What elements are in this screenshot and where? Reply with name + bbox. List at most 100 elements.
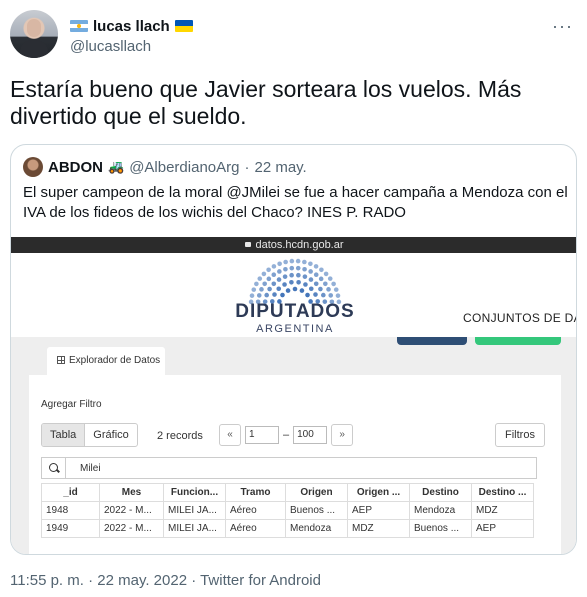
more-options-icon[interactable]: ··· — [552, 16, 573, 37]
logo-seat-dot — [282, 282, 287, 287]
quoted-screenshot-image[interactable]: datos.hcdn.gob.ar DIPUTADOS ARGENTINA CO… — [11, 237, 576, 554]
header-button-dark — [397, 337, 467, 345]
site-header: DIPUTADOS ARGENTINA CONJUNTOS DE DATO — [11, 253, 576, 337]
table-row: 1949 2022 - M... MILEI JA... Aéreo Mendo… — [41, 519, 534, 538]
logo-seat-dot — [262, 281, 267, 287]
record-count: 2 records — [157, 430, 203, 442]
pager: « 1 – 100 » — [219, 423, 354, 447]
tweet-header: lucas llach @lucasllach ··· — [10, 10, 577, 62]
table-cell: Aéreo — [225, 501, 286, 520]
logo-seat-dot — [254, 281, 259, 287]
table-cell: 1948 — [41, 501, 100, 520]
header-button-green — [475, 337, 561, 345]
filters-button: Filtros — [495, 423, 545, 447]
author-name-row[interactable]: lucas llach — [70, 16, 193, 36]
logo-seat-dot — [308, 286, 314, 292]
logo-seat-dot — [331, 281, 336, 287]
logo-seat-dot — [333, 287, 339, 292]
logo-seat-dot — [303, 282, 308, 287]
table-cell: MILEI JA... — [163, 501, 226, 520]
logo-seat-dot — [323, 281, 328, 287]
logo-seat-dot — [302, 266, 307, 272]
logo-seat-dot — [296, 272, 301, 278]
search-input: Milei — [41, 457, 537, 479]
table-cell: Buenos ... — [409, 519, 472, 538]
tab-explorador-de-datos: Explorador de Datos — [47, 347, 165, 375]
logo-seat-dot — [299, 288, 305, 293]
table-row: 1948 2022 - M... MILEI JA... Aéreo Bueno… — [41, 501, 534, 520]
logo-seat-dot — [335, 293, 341, 298]
column-header: Mes — [99, 483, 164, 502]
table-cell: 2022 - M... — [99, 501, 164, 520]
logo-seat-dot — [323, 271, 329, 277]
pager-dash: – — [283, 429, 290, 441]
table-cell: Mendoza — [285, 519, 348, 538]
table-cell: AEP — [347, 501, 410, 520]
logo-seat-dot — [283, 259, 288, 265]
table-cell: AEP — [471, 519, 534, 538]
logo-seat-dot — [271, 264, 277, 269]
logo-seat-dot — [249, 293, 255, 298]
logo-seat-dot — [280, 292, 285, 298]
logo-seat-dot — [277, 261, 282, 267]
quoted-tweet-text: El super campeon de la moral @JMilei se … — [23, 184, 568, 221]
tweet-timestamp[interactable]: 11:55 p. m. · 22 may. 2022 · Twitter for… — [10, 572, 321, 589]
table-icon — [57, 356, 65, 364]
table-cell: MILEI JA... — [163, 519, 226, 538]
data-table: _id Mes Funcion... Tramo Origen Origen .… — [41, 483, 534, 538]
logo-seat-dot — [328, 293, 334, 298]
quoted-author-avatar — [23, 157, 43, 177]
logo-seat-dot — [259, 287, 264, 292]
table-cell: Buenos ... — [285, 501, 348, 520]
view-chart-button: Gráfico — [93, 429, 129, 441]
table-cell: 1949 — [41, 519, 100, 538]
column-header: Tramo — [225, 483, 286, 502]
author-handle[interactable]: @lucasllach — [70, 38, 151, 55]
lock-icon — [245, 241, 252, 247]
logo-seat-dot — [308, 277, 314, 282]
logo-seat-dot — [282, 274, 288, 279]
column-header: Destino — [409, 483, 472, 502]
logo-seat-dot — [256, 293, 262, 298]
logo-seat-dot — [295, 265, 301, 271]
author-avatar[interactable] — [10, 10, 58, 58]
logo-seat-dot — [289, 279, 294, 285]
logo-seat-dot — [266, 267, 271, 273]
avatar-face — [27, 19, 41, 37]
table-cell: MDZ — [471, 501, 534, 520]
logo-seat-dot — [264, 292, 269, 298]
logo-seat-dot — [321, 292, 326, 298]
logo-seat-dot — [261, 271, 267, 277]
logo-seat-dot — [289, 265, 295, 271]
pager-prev-button: « — [219, 424, 241, 446]
search-value: Milei — [80, 462, 101, 474]
logo-seat-dot — [277, 269, 282, 274]
author-display-name[interactable]: lucas llach — [93, 18, 170, 35]
logo-seat-dot — [318, 286, 323, 292]
argentina-flag-icon — [70, 20, 88, 32]
logo-seat-dot — [271, 272, 277, 277]
congress-logo-icon — [248, 258, 342, 305]
logo-seat-dot — [313, 281, 319, 287]
logo-seat-dot — [313, 272, 319, 277]
view-toggle: Tabla Gráfico — [41, 423, 138, 447]
logo-seat-dot — [302, 274, 308, 279]
logo-seat-dot — [326, 287, 331, 292]
column-header: _id — [41, 483, 100, 502]
logo-seat-dot — [313, 264, 319, 269]
ukraine-flag-icon — [174, 20, 193, 32]
quoted-tweet[interactable]: ABDON 🚜 @AlberdianoArg · 22 may. El supe… — [10, 144, 577, 555]
table-cell: 2022 - M... — [99, 519, 164, 538]
quoted-tweet-date: 22 may. — [254, 158, 307, 176]
avatar-body — [20, 40, 48, 58]
logo-title: DIPUTADOS — [235, 301, 355, 322]
logo-seat-dot — [272, 292, 277, 297]
add-filter-link: Agregar Filtro — [41, 399, 102, 410]
table-cell: MDZ — [347, 519, 410, 538]
separator-dot: · — [244, 158, 250, 176]
logo-seat-dot — [267, 286, 272, 292]
logo-seat-dot — [276, 286, 282, 292]
logo-seat-dot — [313, 292, 318, 297]
table-header-row: _id Mes Funcion... Tramo Origen Origen .… — [41, 483, 534, 502]
browser-url-bar: datos.hcdn.gob.ar — [11, 237, 576, 253]
